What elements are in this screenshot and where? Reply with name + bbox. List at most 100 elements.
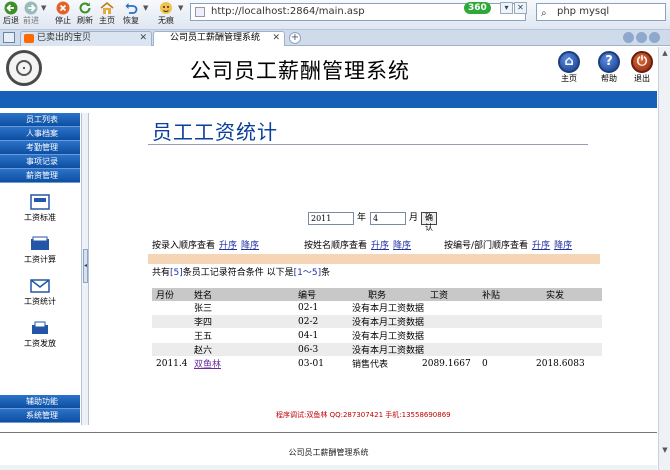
address-text[interactable]: http://localhost:2864/main.asp <box>211 6 365 17</box>
sidebar: 员工列表 人事档案 考勤管理 事项记录 薪资管理 工资标准 工资计算 工资统计 … <box>0 113 80 425</box>
top-home-button[interactable]: ⌂ 主页 <box>554 51 584 84</box>
vertical-scrollbar[interactable]: ▲ ▼ <box>658 47 670 470</box>
tab-prev-icon[interactable] <box>623 32 634 43</box>
sidebar-item-salary[interactable]: 薪资管理 <box>0 169 80 183</box>
sort-options: 按录入顺序查看 升序 降序 按姓名顺序查看 升序 降序 按编号/部门顺序查看 升序 降序 <box>152 239 602 253</box>
header-band <box>0 91 657 108</box>
home-label: 主页 <box>99 16 115 25</box>
sidebar-item-hr-files[interactable]: 人事档案 <box>0 127 80 141</box>
stop-label: 停止 <box>55 16 71 25</box>
sort-entry-desc-link[interactable]: 降序 <box>241 241 259 251</box>
top-exit-button[interactable]: ⏻ 退出 <box>627 51 657 84</box>
cell-name: 张三 <box>190 301 270 315</box>
sidebar-item-employee-list[interactable]: 员工列表 <box>0 113 80 127</box>
incognito-icon <box>160 2 172 14</box>
sort-name-asc-link[interactable]: 升序 <box>371 241 389 251</box>
sort-by-entry: 按录入顺序查看 升序 降序 <box>152 239 259 253</box>
developer-credits: 程序调试:双鱼林 QQ:287307421 手机:13558690869 <box>276 411 451 419</box>
submenu-salary-standard[interactable]: 工资标准 <box>8 194 72 224</box>
search-text[interactable]: php mysql <box>557 6 609 17</box>
collapse-sidebar-icon[interactable]: ◂ <box>83 249 88 283</box>
submenu-salary-payout[interactable]: 工资发放 <box>8 320 72 350</box>
scroll-down-icon[interactable]: ▼ <box>660 446 670 456</box>
table-row: 王五 04-1 没有本月工资数据 <box>152 328 602 343</box>
sort-id-desc-link[interactable]: 降序 <box>554 241 572 251</box>
sort-highlight-band <box>148 254 600 264</box>
sidebar-item-system[interactable]: 系统管理 <box>0 409 80 423</box>
year-unit-label: 年 <box>357 213 367 223</box>
sort-entry-asc-link[interactable]: 升序 <box>219 241 237 251</box>
tab-list-icon[interactable] <box>649 32 660 43</box>
tab-sold-items[interactable]: 已卖出的宝贝 ✕ <box>20 31 152 46</box>
cell-month <box>152 342 190 357</box>
forward-arrow-icon <box>24 1 38 15</box>
security-badge-360[interactable]: 360 <box>464 2 491 14</box>
top-help-label: 帮助 <box>601 74 617 83</box>
submenu-label: 工资标准 <box>24 213 56 222</box>
url-close-button[interactable]: ✕ <box>514 2 527 14</box>
cell-id: 04-1 <box>270 328 348 343</box>
exit-icon: ⏻ <box>631 51 653 73</box>
record-summary: 共有[5]条员工记录符合条件 以下是[1～5]条 <box>152 266 330 280</box>
new-tab-button[interactable]: + <box>289 32 301 44</box>
month-input[interactable] <box>370 212 406 225</box>
incognito-dropdown-icon[interactable]: ▼ <box>178 4 183 12</box>
cell-id: 03-01 <box>270 356 348 371</box>
footer-divider <box>0 432 657 433</box>
tab-close-icon[interactable]: ✕ <box>139 32 147 45</box>
tab-close-icon[interactable]: ✕ <box>272 32 280 45</box>
history-dropdown-icon[interactable]: ▼ <box>41 4 46 12</box>
restore-button[interactable]: 恢复 <box>120 1 142 26</box>
summary-count: [5] <box>170 268 183 278</box>
sort-id-asc-link[interactable]: 升序 <box>532 241 550 251</box>
table-row: 李四 02-2 没有本月工资数据 <box>152 314 602 329</box>
sidebar-item-attendance[interactable]: 考勤管理 <box>0 141 80 155</box>
summary-suffix: 条 <box>321 268 331 278</box>
taobao-favicon-icon <box>24 34 34 43</box>
incognito-button[interactable]: 无痕 <box>155 1 177 26</box>
scroll-up-icon[interactable]: ▲ <box>660 49 670 59</box>
browser-toolbar: 后退 前进 ▼ 停止 刷新 主页 恢复 ▼ 无痕 ▼ http://localh… <box>0 0 670 30</box>
submenu-label: 工资发放 <box>24 339 56 348</box>
col-net: 实发 <box>516 288 602 301</box>
submenu-salary-stats[interactable]: 工资统计 <box>8 278 72 308</box>
sidebar-splitter[interactable]: ◂ <box>81 113 89 425</box>
search-box[interactable]: ⌕ php mysql <box>536 3 666 21</box>
tab-menu-icon[interactable] <box>3 32 15 43</box>
year-input[interactable] <box>308 212 354 225</box>
cell-id: 06-3 <box>270 342 348 357</box>
tab-next-icon[interactable] <box>636 32 647 43</box>
confirm-button[interactable]: 确认 <box>421 212 437 232</box>
help-icon: ? <box>598 51 620 73</box>
salary-table: 月份 姓名 编号 职务 工资 补贴 实发 张三 02-1 没有本月工资数据 李四… <box>152 288 602 371</box>
page-icon <box>195 7 205 17</box>
refresh-icon <box>79 2 91 14</box>
cell-position: 销售代表 <box>348 356 414 371</box>
refresh-button[interactable]: 刷新 <box>74 1 96 26</box>
top-help-button[interactable]: ? 帮助 <box>594 51 624 84</box>
cell-name: 赵六 <box>190 342 270 357</box>
page-bottom-strip <box>0 465 657 470</box>
submenu-label: 工资计算 <box>24 255 56 264</box>
employee-name-link[interactable]: 双鱼林 <box>194 360 221 370</box>
forward-button[interactable]: 前进 <box>20 1 42 26</box>
cell-id: 02-2 <box>270 314 348 329</box>
sort-name-desc-link[interactable]: 降序 <box>393 241 411 251</box>
home-button[interactable]: 主页 <box>96 1 118 26</box>
salary-submenu: 工资标准 工资计算 工资统计 工资发放 <box>0 188 80 393</box>
stop-button[interactable]: 停止 <box>52 1 74 26</box>
undo-icon <box>125 3 138 14</box>
col-salary: 工资 <box>414 288 476 301</box>
submenu-salary-calc[interactable]: 工资计算 <box>8 236 72 266</box>
site-header: 公司员工薪酬管理系统 ⌂ 主页 ? 帮助 ⏻ 退出 <box>0 47 657 91</box>
sort-label: 按录入顺序查看 <box>152 241 216 251</box>
cell-month <box>152 328 190 343</box>
back-button[interactable]: 后退 <box>0 1 22 26</box>
restore-dropdown-icon[interactable]: ▼ <box>143 4 148 12</box>
url-dropdown-button[interactable]: ▾ <box>500 2 513 14</box>
tab-salary-system[interactable]: 公司员工薪酬管理系统 ✕ <box>153 31 285 46</box>
sidebar-item-auxiliary[interactable]: 辅助功能 <box>0 395 80 409</box>
sidebar-bottom: 辅助功能 系统管理 <box>0 395 80 423</box>
stop-icon <box>56 1 70 15</box>
sidebar-item-records[interactable]: 事项记录 <box>0 155 80 169</box>
